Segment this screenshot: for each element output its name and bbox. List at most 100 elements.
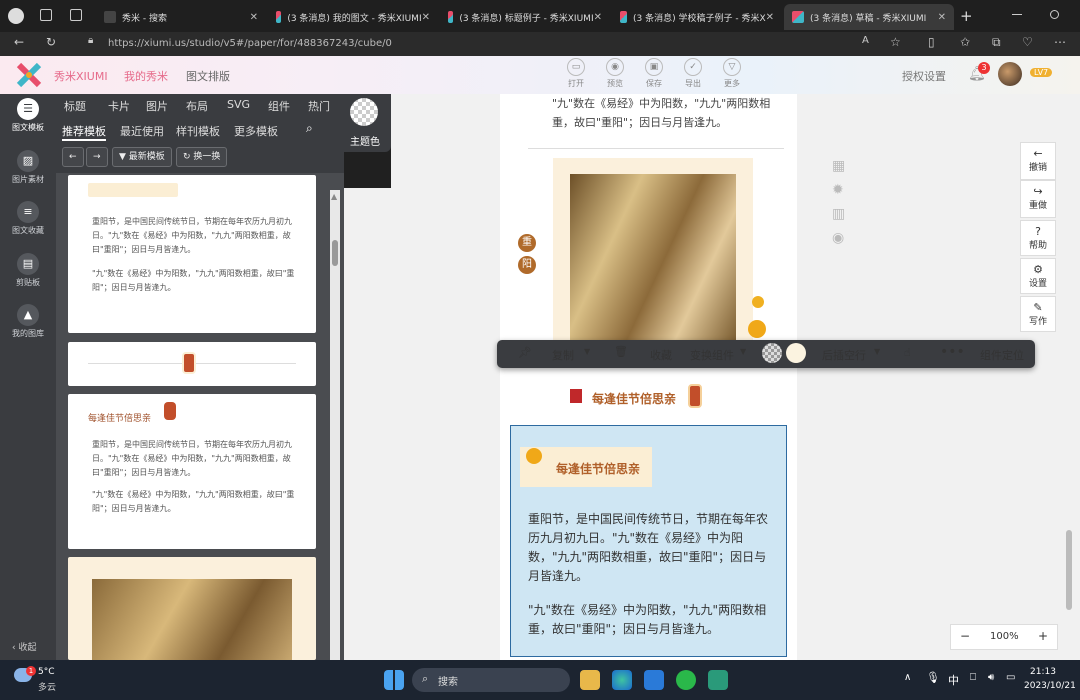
cat-svg[interactable]: SVG xyxy=(227,98,250,111)
switch-component-button[interactable]: 变换组件 xyxy=(690,347,734,363)
save-button[interactable]: ▣ 保存 xyxy=(638,58,670,89)
tab-close-icon[interactable]: ✕ xyxy=(250,12,258,23)
cat-layout[interactable]: 布局 xyxy=(186,98,208,114)
write-button[interactable]: ✎ 写作 xyxy=(1020,296,1056,332)
clock-time[interactable]: 21:13 xyxy=(1030,667,1056,677)
help-button[interactable]: ? 帮助 xyxy=(1020,220,1056,256)
template-card[interactable]: 每逢佳节倍思亲 重阳节，是中国民间传统节日，节期在每年农历九月初九日。"九"数在… xyxy=(68,394,316,549)
collapse-button[interactable]: ‹ 收起 xyxy=(12,640,36,653)
tab-close-icon[interactable]: ✕ xyxy=(766,12,774,23)
profile-icon[interactable] xyxy=(8,8,24,24)
sub-sample[interactable]: 样刊模板 xyxy=(176,123,220,139)
split-screen-icon[interactable]: ▯ xyxy=(928,35,935,49)
read-aloud-icon[interactable]: A xyxy=(862,35,869,46)
trash-icon[interactable]: 🗑︎ xyxy=(614,345,628,358)
undo-button[interactable]: ← 撤销 xyxy=(1020,142,1056,180)
taskbar-search[interactable] xyxy=(412,668,570,692)
next-arrow-icon[interactable]: → xyxy=(86,147,108,167)
favorite-star-icon[interactable]: ☆ xyxy=(890,35,901,49)
canvas-scrollbar[interactable] xyxy=(1066,530,1072,610)
browser-menu-icon[interactable]: ⋯ xyxy=(1054,35,1066,49)
preview-button[interactable]: ◉ 预览 xyxy=(599,58,631,89)
brand-link[interactable]: 秀米XIUMI xyxy=(54,68,108,84)
tab-close-icon[interactable]: ✕ xyxy=(422,12,430,23)
rail-item-images[interactable]: ▨ 图片素材 xyxy=(0,150,56,185)
tab-close-icon[interactable]: ✕ xyxy=(594,12,602,23)
grid-icon[interactable]: ▦ xyxy=(832,158,845,174)
gear-icon[interactable]: ✹ xyxy=(832,182,844,198)
rail-item-clipboard[interactable]: ▤ 剪贴板 xyxy=(0,253,56,288)
back-icon[interactable]: ← xyxy=(14,35,24,49)
more-button[interactable]: ▽ 更多 xyxy=(716,58,748,89)
favorites-icon[interactable]: ✩ xyxy=(960,35,970,49)
eye-icon[interactable]: ◉ xyxy=(832,230,844,246)
browser-tab[interactable]: (3 条消息) 标题例子 - 秀米XIUMI ✕ xyxy=(440,4,610,30)
insert-blank-line-button[interactable]: 后插空行 xyxy=(822,347,866,363)
template-card[interactable]: 重阳节，是中国民间传统节日，节期在每年农历九月初九日。"九"数在《易经》中为阳数… xyxy=(68,175,316,333)
rail-item-templates[interactable]: ☰ 图文模板 xyxy=(0,98,56,133)
windows-start-icon[interactable] xyxy=(384,670,404,690)
wechat-icon[interactable] xyxy=(676,670,696,690)
more-dots-icon[interactable]: ••• xyxy=(940,344,965,360)
color-swatch-pattern[interactable] xyxy=(762,343,782,363)
copy-button[interactable]: 复制 xyxy=(552,347,574,363)
browser-tab[interactable]: 秀米 - 搜索 ✕ xyxy=(96,4,266,30)
sub-recent[interactable]: 最近使用 xyxy=(120,123,164,139)
clock-date[interactable]: 2023/10/21 xyxy=(1024,681,1076,691)
avatar[interactable] xyxy=(998,62,1022,86)
my-xiumi-link[interactable]: 我的秀米 xyxy=(124,68,168,84)
zoom-out-button[interactable]: − xyxy=(960,629,970,643)
reload-icon[interactable]: ↻ xyxy=(46,35,56,49)
battery-icon[interactable]: ▭ xyxy=(1006,672,1015,683)
photos-icon[interactable] xyxy=(644,670,664,690)
network-icon[interactable]: ⎕ xyxy=(970,672,976,683)
cat-card[interactable]: 卡片 xyxy=(108,98,130,114)
url-field[interactable]: https://xiumi.us/studio/v5#/paper/for/48… xyxy=(80,35,910,53)
chevron-down-icon[interactable]: ▼ xyxy=(740,347,746,356)
template-card[interactable] xyxy=(68,557,316,660)
rail-item-favorites[interactable]: ≡ 图文收藏 xyxy=(0,201,56,236)
browser-tab[interactable]: (3 条消息) 学校稿子例子 - 秀米X ✕ xyxy=(612,4,782,30)
panel-scrollbar[interactable] xyxy=(330,190,340,660)
search-icon[interactable]: ⌕ xyxy=(306,121,313,136)
edge-icon[interactable] xyxy=(612,670,632,690)
ime-indicator[interactable]: 中 xyxy=(948,672,959,688)
layout-link[interactable]: 图文排版 xyxy=(186,68,230,84)
export-button[interactable]: ✓ 导出 xyxy=(677,58,709,89)
browser-tab[interactable]: (3 条消息) 我的图文 - 秀米XIUMI ✕ xyxy=(268,4,438,30)
health-icon[interactable]: ♡ xyxy=(1022,35,1033,49)
rail-item-gallery[interactable]: ▲ 我的图库 xyxy=(0,304,56,339)
minimize-icon[interactable] xyxy=(1012,14,1022,15)
bar-chart-icon[interactable]: ▥ xyxy=(832,206,845,222)
favorite-button[interactable]: 收藏 xyxy=(650,347,672,363)
cat-title[interactable]: 标题 xyxy=(64,98,86,114)
sub-recommended[interactable]: 推荐模板 xyxy=(62,123,106,141)
volume-icon[interactable]: 🔊︎ xyxy=(988,672,994,683)
refresh-button[interactable]: ↻ 换一换 xyxy=(176,147,228,167)
chevron-down-icon[interactable]: ▼ xyxy=(874,347,880,356)
cat-component[interactable]: 组件 xyxy=(268,98,290,114)
template-card[interactable] xyxy=(68,342,316,386)
open-button[interactable]: ▭ 打开 xyxy=(560,58,592,89)
newest-templates-button[interactable]: ▼ 最新模板 xyxy=(112,147,172,167)
microphone-icon[interactable]: 🎙︎ xyxy=(926,671,940,684)
touch-icon[interactable]: ☝︎ xyxy=(904,346,911,359)
locate-component-button[interactable]: 组件定位 xyxy=(980,347,1024,363)
zoom-in-button[interactable]: + xyxy=(1038,629,1048,643)
cat-hot[interactable]: 热门 xyxy=(308,98,330,114)
tab-actions-icon[interactable] xyxy=(70,9,82,21)
redo-button[interactable]: ↪ 重做 xyxy=(1020,180,1056,218)
cat-image[interactable]: 图片 xyxy=(146,98,168,114)
auth-settings-link[interactable]: 授权设置 xyxy=(902,68,946,84)
tray-chevron-icon[interactable]: ∧ xyxy=(904,672,911,683)
new-tab-button[interactable]: + xyxy=(960,7,973,25)
color-swatch-cream[interactable] xyxy=(786,343,806,363)
chevron-down-icon[interactable]: ▼ xyxy=(584,347,590,356)
browser-tab-active[interactable]: (3 条消息) 草稿 - 秀米XIUMI ✕ xyxy=(784,4,954,30)
settings-button[interactable]: ⚙ 设置 xyxy=(1020,258,1056,294)
prev-arrow-icon[interactable]: ← xyxy=(62,147,84,167)
canvas-scroll-up-icon[interactable]: ▲ xyxy=(331,192,337,201)
xiumi-logo-icon[interactable] xyxy=(16,62,42,88)
file-explorer-icon[interactable] xyxy=(580,670,600,690)
tab-close-icon[interactable]: ✕ xyxy=(938,12,946,23)
